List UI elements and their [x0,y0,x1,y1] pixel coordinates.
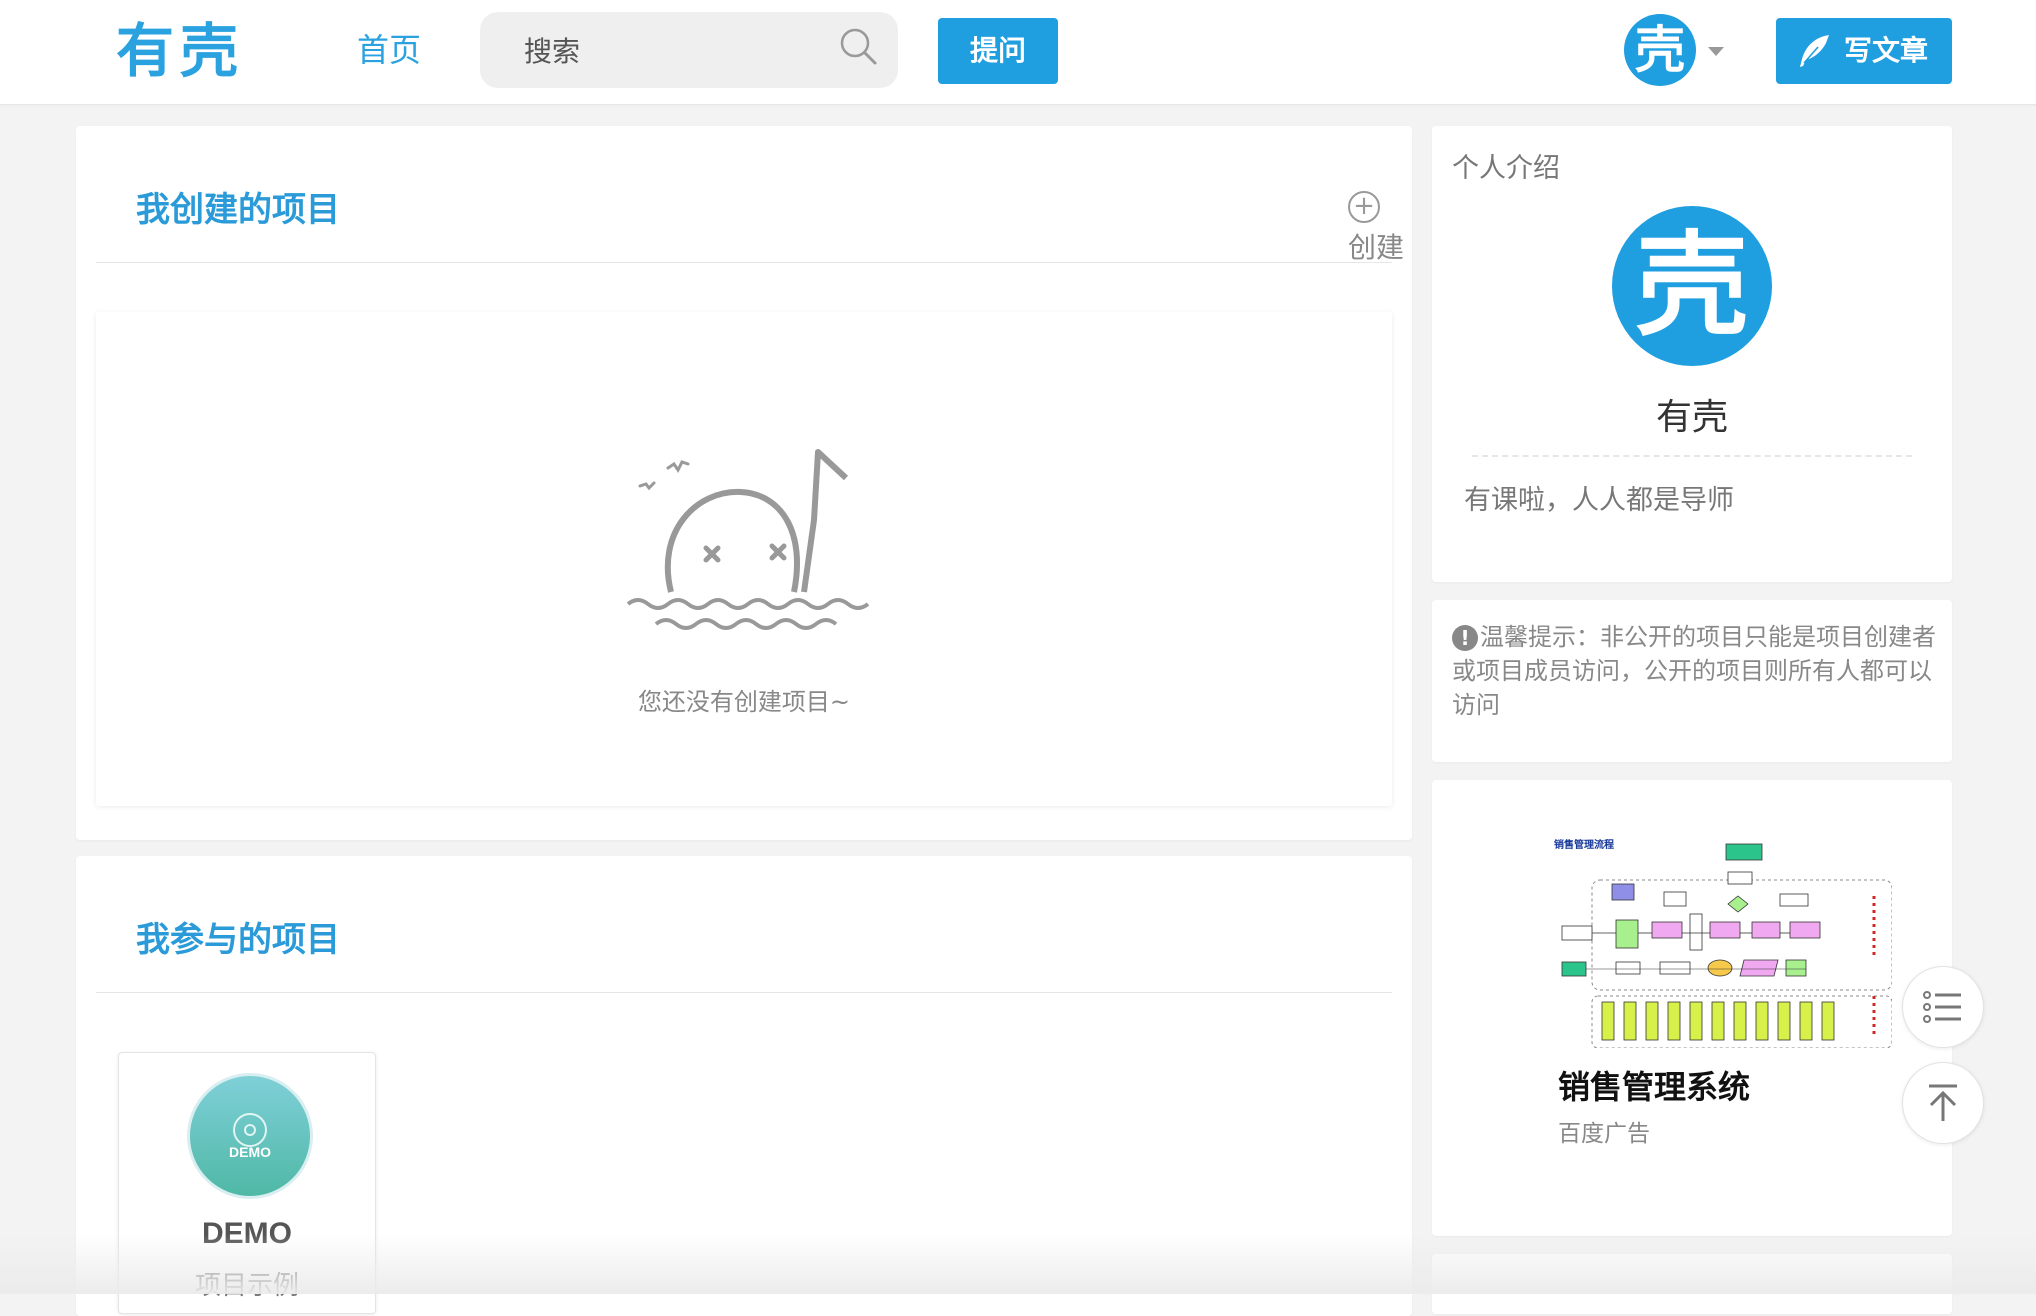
write-article-button[interactable]: 写文章 [1776,18,1952,84]
project-logo-text: DEMO [229,1144,271,1160]
project-desc: 项目示例 [194,1271,299,1301]
profile-bio: 有课啦，人人都是导师 [1464,485,1734,516]
ad-source: 百度广告 [1558,1121,1650,1147]
arrow-up-icon [1929,1084,1957,1121]
top-navbar: 有壳 首页 提问 壳 写文章 [0,0,2036,105]
section-title-joined: 我参与的项目 [136,920,340,960]
tip-text: 温馨提示：非公开的项目只能是项目创建者或项目成员访问，公开的项目则所有人都可以访… [1452,623,1936,719]
empty-state-illustration [626,449,870,630]
user-avatar[interactable]: 壳 [1624,14,1696,86]
project-name: DEMO [202,1217,292,1250]
site-logo[interactable]: 有壳 [116,14,244,88]
section-divider [96,262,1392,263]
profile-avatar[interactable]: 壳 [1612,206,1772,366]
intro-title: 个人介绍 [1452,153,1560,184]
section-title-created: 我创建的项目 [136,190,340,230]
tip-card: ! 温馨提示：非公开的项目只能是项目创建者或项目成员访问，公开的项目则所有人都可以… [1432,600,1952,762]
empty-state: 您还没有创建项目~ [96,312,1392,806]
empty-state-text: 您还没有创建项目~ [637,688,851,716]
plus-circle-icon: + [1348,191,1380,223]
create-label: 创建 [1348,231,1405,264]
nav-home-link[interactable]: 首页 [357,26,421,74]
privacy-tip: ! 温馨提示：非公开的项目只能是项目创建者或项目成员访问，公开的项目则所有人都可以… [1452,620,1936,722]
back-to-top-button[interactable] [1902,1062,1984,1144]
ad-flowchart-image[interactable]: 销售管理流程 [1552,836,1892,1048]
list-icon [1923,991,1961,1023]
project-logo: DEMO [187,1073,313,1199]
search-bar [480,12,898,88]
write-article-label: 写文章 [1844,34,1929,67]
project-card-demo[interactable]: DEMO DEMO 项目示例 [118,1052,376,1314]
sidebar-next-card [1432,1254,1952,1314]
profile-name: 有壳 [1655,397,1728,438]
feather-icon [1800,35,1829,67]
chevron-down-icon[interactable] [1708,47,1724,56]
created-projects-card: 我创建的项目 + 创建 您还没有创建项目~ [76,126,1412,840]
section-divider [96,992,1392,993]
profile-card: 个人介绍 壳 有壳 有课啦，人人都是导师 [1432,126,1952,582]
ad-card[interactable]: 销售管理流程 销售管理系统 百度广告 [1432,780,1952,1236]
create-project-button[interactable]: + 创建 [1348,188,1412,268]
ask-question-button[interactable]: 提问 [938,18,1058,84]
warning-icon: ! [1452,625,1478,651]
dashed-divider [1472,455,1912,457]
search-icon[interactable] [838,26,878,66]
ad-image-title: 销售管理流程 [1554,838,1614,851]
joined-projects-card: 我参与的项目 DEMO DEMO 项目示例 [76,856,1412,1316]
ad-title[interactable]: 销售管理系统 [1558,1062,1750,1108]
catalog-button[interactable] [1902,966,1984,1048]
search-input[interactable] [522,28,826,74]
